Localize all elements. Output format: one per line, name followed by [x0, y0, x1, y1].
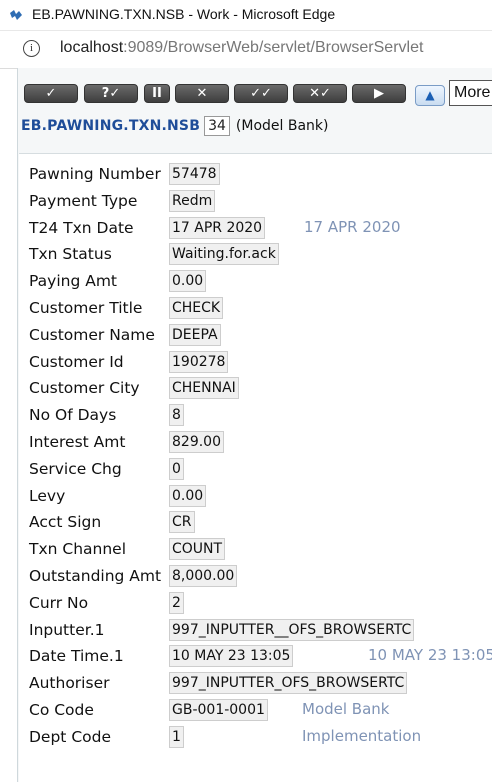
field-label: Pawning Number	[29, 165, 161, 183]
field-label: No Of Days	[29, 406, 117, 425]
record-panel: Pawning Number 57478 Payment Type Redm T24 T…	[19, 153, 492, 783]
field-label: Outstanding Amt	[29, 567, 162, 585]
next-button[interactable]: ▶	[352, 84, 406, 103]
field-value[interactable]: 10 MAY 23 13:05	[169, 645, 294, 668]
field-label: Customer Id	[29, 352, 124, 371]
field-value[interactable]: Waiting.for.ack	[169, 243, 279, 266]
field-label: Dept Code	[29, 727, 111, 746]
address-bar[interactable]: i localhost:9089/BrowserWeb/servlet/Brow…	[0, 31, 492, 69]
field-label: Paying Amt	[29, 272, 117, 291]
field-label: Authoriser	[29, 674, 110, 693]
field-value[interactable]: 829.00	[169, 431, 224, 453]
hold-button[interactable]: II	[144, 84, 170, 103]
field-value[interactable]: GB-001-0001	[169, 699, 268, 721]
function-number: 34	[204, 116, 230, 136]
field-enrichment: Model Bank	[302, 700, 390, 718]
field-label: Acct Sign	[29, 513, 102, 532]
field-enrichment: 17 APR 2020	[304, 217, 401, 236]
reverse-button[interactable]: ✕✓	[293, 84, 347, 103]
field-label: Txn Status	[29, 245, 112, 264]
field-value[interactable]: CHECK	[169, 297, 224, 319]
field-value[interactable]: 8,000.00	[169, 565, 238, 587]
application-name: EB.PAWNING.TXN.NSB	[21, 118, 201, 134]
field-value[interactable]: 57478	[169, 163, 220, 185]
field-enrichment: Implementation	[302, 726, 422, 745]
field-value[interactable]: DEEPA	[169, 323, 221, 346]
field-value[interactable]: CHENNAI	[169, 377, 239, 400]
transaction-header: EB.PAWNING.TXN.NSB 34 (Model Bank)	[21, 116, 329, 136]
field-label: Date Time.1	[29, 647, 124, 666]
field-enrichment: 10 MAY 23 13:05	[368, 646, 492, 665]
field-label: Levy	[29, 486, 66, 505]
field-value[interactable]: 0	[169, 457, 184, 480]
company-name: (Model Bank)	[235, 118, 329, 134]
field-label: T24 Txn Date	[29, 218, 134, 237]
field-label: Co Code	[29, 701, 94, 719]
field-label: Txn Channel	[29, 540, 127, 559]
field-value[interactable]: COUNT	[169, 538, 226, 561]
field-label: Customer Name	[29, 325, 155, 344]
field-value[interactable]: CR	[169, 511, 195, 534]
field-value[interactable]: 2	[169, 591, 184, 614]
field-value[interactable]: 997_INPUTTER__OFS_BROWSERTC	[169, 618, 415, 641]
field-label: Customer Title	[29, 299, 143, 317]
delete-button[interactable]: ✕	[175, 84, 229, 103]
field-label: Inputter.1	[29, 620, 105, 639]
field-label: Service Chg	[29, 459, 122, 478]
field-value[interactable]: 0.00	[169, 270, 207, 293]
field-value[interactable]: 8	[169, 404, 184, 427]
validate-button[interactable]: ?✓	[84, 84, 138, 103]
field-label: Interest Amt	[29, 433, 126, 451]
url-text[interactable]: localhost:9089/BrowserWeb/servlet/Browse…	[60, 39, 423, 57]
more-actions-dropdown[interactable]: More	[449, 80, 492, 106]
url-host: localhost	[60, 39, 124, 56]
field-value[interactable]: 190278	[169, 350, 229, 373]
field-value[interactable]: 997_INPUTTER_OFS_BROWSERTC	[169, 672, 408, 695]
field-value[interactable]: Redm	[169, 189, 216, 212]
field-value[interactable]: 0.00	[169, 484, 207, 507]
window-title: EB.PAWNING.TXN.NSB - Work - Microsoft Ed…	[32, 6, 336, 22]
field-label: Curr No	[29, 593, 89, 612]
field-label: Customer City	[29, 379, 140, 398]
field-value[interactable]: 1	[169, 725, 184, 748]
field-value[interactable]: 17 APR 2020	[169, 216, 266, 239]
site-info-icon[interactable]: i	[23, 40, 40, 57]
upload-arrow-icon[interactable]: ▲	[415, 85, 445, 106]
title-bar: EB.PAWNING.TXN.NSB - Work - Microsoft Ed…	[0, 0, 492, 31]
temenos-app-icon	[10, 10, 22, 20]
field-label: Payment Type	[29, 191, 138, 210]
authorise-button[interactable]: ✓✓	[234, 84, 288, 103]
commit-button[interactable]: ✓	[24, 84, 78, 103]
t24-browser-frame: ✓ ?✓ II ✕ ✓✓ ✕✓ ▶ ▲ More EB.PAWNING.TXN.…	[17, 68, 492, 783]
url-path: :9089/BrowserWeb/servlet/BrowserServlet	[123, 39, 424, 56]
